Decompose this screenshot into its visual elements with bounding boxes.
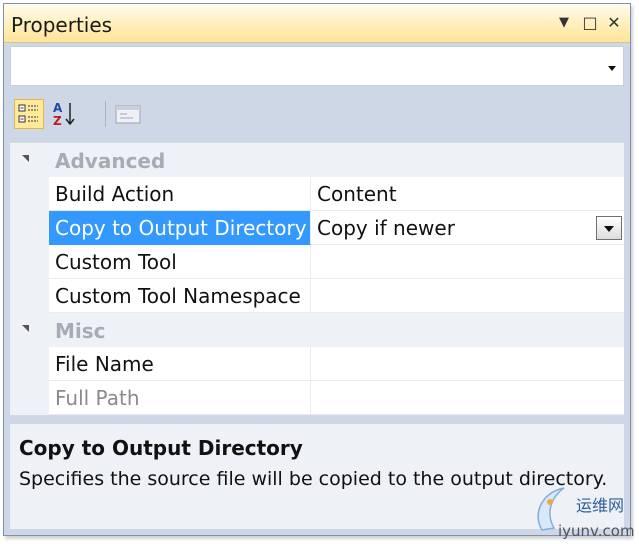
properties-window: Properties ▼ □ ✕ A Z Advanced Build Acti…: [3, 3, 631, 536]
watermark-url: iyunv.com: [558, 522, 635, 540]
property-grid: Advanced Build Action Content Copy to Ou…: [10, 142, 624, 415]
property-pages-icon: [115, 105, 141, 124]
row-gutter: [10, 279, 49, 313]
property-value[interactable]: [311, 381, 624, 415]
property-value[interactable]: [311, 279, 624, 313]
category-label: Advanced: [55, 149, 166, 173]
row-gutter: [10, 245, 49, 279]
watermark-logo: 运维网 iyunv.com: [528, 478, 636, 540]
property-name[interactable]: Custom Tool: [49, 245, 311, 279]
property-row[interactable]: Build Action Content: [10, 177, 624, 211]
dropdown-arrow-icon[interactable]: [596, 216, 622, 240]
maximize-icon[interactable]: □: [580, 12, 600, 34]
property-row[interactable]: Full Path: [10, 381, 624, 415]
window-title: Properties: [11, 13, 113, 37]
chevron-down-icon[interactable]: [608, 66, 616, 71]
property-pages-button[interactable]: [113, 99, 143, 129]
collapse-triangle-icon[interactable]: [22, 155, 29, 162]
property-value[interactable]: [311, 245, 624, 279]
close-icon[interactable]: ✕: [604, 12, 624, 34]
property-name[interactable]: Full Path: [49, 381, 311, 415]
property-name[interactable]: Custom Tool Namespace: [49, 279, 311, 313]
row-gutter: [10, 211, 49, 245]
property-name[interactable]: Copy to Output Directory: [49, 211, 311, 245]
category-label: Misc: [55, 319, 106, 343]
property-row-selected[interactable]: Copy to Output Directory Copy if newer: [10, 211, 624, 245]
property-name[interactable]: File Name: [49, 347, 311, 381]
categorized-button[interactable]: [14, 99, 44, 129]
property-name[interactable]: Build Action: [49, 177, 311, 211]
description-text: Specifies the source file will be copied…: [19, 468, 608, 490]
row-gutter: [10, 177, 49, 211]
watermark-text: 运维网: [576, 496, 625, 515]
toolbar-separator: [105, 101, 106, 127]
property-value-dropdown[interactable]: Copy if newer: [311, 211, 624, 245]
property-row[interactable]: Custom Tool: [10, 245, 624, 279]
category-advanced[interactable]: Advanced: [10, 143, 624, 177]
alphabetical-button[interactable]: A Z: [50, 99, 80, 129]
property-value[interactable]: [311, 347, 624, 381]
description-title: Copy to Output Directory: [19, 436, 303, 460]
properties-toolbar: A Z: [10, 92, 624, 136]
window-position-dropdown-icon[interactable]: ▼: [554, 12, 574, 34]
collapse-triangle-icon[interactable]: [22, 325, 29, 332]
row-gutter: [10, 347, 49, 381]
property-value: Copy if newer: [317, 216, 455, 240]
title-bar[interactable]: Properties ▼ □ ✕: [4, 4, 630, 43]
property-value[interactable]: Content: [311, 177, 624, 211]
alphabetical-sort-icon: A Z: [53, 101, 75, 128]
categorized-icon: [18, 104, 38, 123]
svg-text:Z: Z: [53, 114, 62, 128]
object-selector-combo[interactable]: [10, 46, 624, 86]
svg-text:A: A: [53, 101, 63, 115]
property-row[interactable]: Custom Tool Namespace: [10, 279, 624, 313]
property-row[interactable]: File Name: [10, 347, 624, 381]
category-misc[interactable]: Misc: [10, 313, 624, 347]
row-gutter: [10, 381, 49, 415]
